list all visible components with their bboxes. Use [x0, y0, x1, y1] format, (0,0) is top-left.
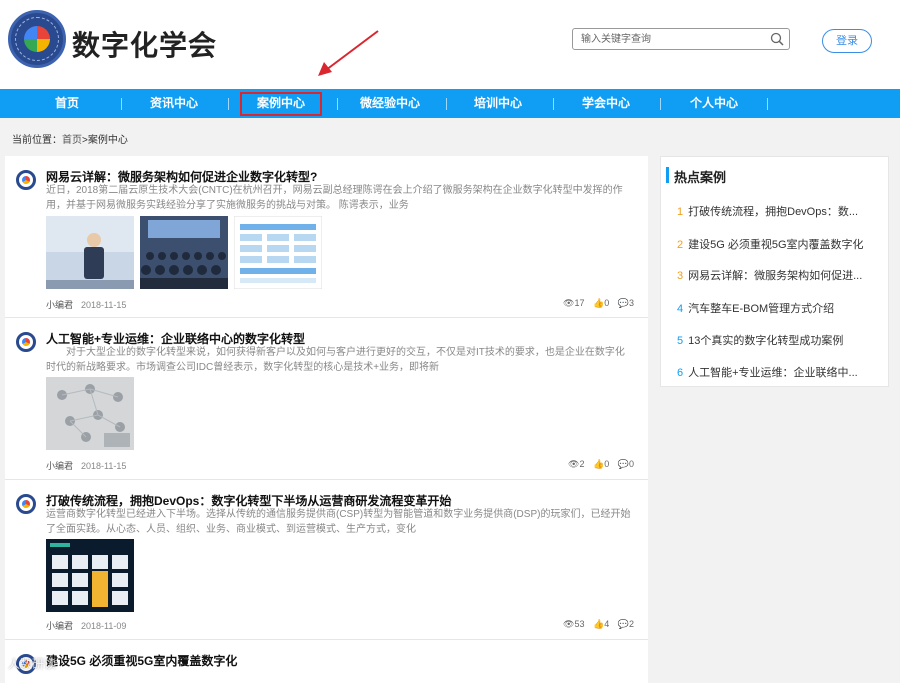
breadcrumb-home[interactable]: 首页 — [62, 135, 82, 146]
network-people-image[interactable] — [46, 377, 134, 450]
nav-separator — [121, 98, 122, 110]
article-author: 小编君 — [46, 300, 74, 310]
search-box — [572, 28, 790, 50]
nav-item-training[interactable]: 培训中心 — [460, 89, 536, 118]
nav-separator — [553, 98, 554, 110]
breadcrumb: 当前位置：首页>案例中心 — [12, 131, 128, 146]
hot-cases-panel: 热点案例 1 打破传统流程，拥抱DevOps：数... 2 建设5G 必须重视5G室… — [660, 156, 889, 387]
article-author: 小编君 — [46, 621, 74, 631]
article-meta: 小编君 2018-11-15 — [46, 459, 126, 472]
article-title[interactable]: 建设5G 必须重视5G室内覆盖数字化 — [46, 652, 237, 669]
hot-case-rank: 1 — [677, 206, 684, 218]
devops-slide-image[interactable] — [46, 539, 134, 612]
comment-icon[interactable]: 💬 — [618, 459, 629, 469]
comments-count: 2 — [628, 619, 634, 629]
article-item: 建设5G 必须重视5G室内覆盖数字化 — [5, 640, 648, 683]
hot-case-rank: 3 — [677, 270, 684, 282]
annotation-arrow-icon — [318, 30, 379, 76]
nav-item-personal[interactable]: 个人中心 — [676, 89, 752, 118]
likes-count: 0 — [604, 459, 610, 469]
hot-case-text: 网易云详解：微服务架构如何促进... — [688, 270, 863, 282]
header: 数字化学会 登录 — [0, 0, 900, 89]
hot-case-text: 打破传统流程，拥抱DevOps：数... — [688, 206, 859, 218]
hot-case-rank: 2 — [677, 239, 684, 251]
speaker-photo[interactable] — [46, 216, 134, 289]
site-title: 数字化学会 — [72, 30, 218, 61]
nav-item-home[interactable]: 首页 — [30, 89, 104, 118]
hot-case-item[interactable]: 2 建设5G 必须重视5G室内覆盖数字化 — [677, 236, 882, 252]
article-logo-icon — [16, 332, 36, 352]
hot-case-text: 人工智能+专业运维：企业联络中... — [688, 367, 858, 379]
comments-count: 0 — [628, 459, 634, 469]
breadcrumb-prefix: 当前位置： — [12, 135, 62, 146]
article-date: 2018-11-09 — [81, 621, 127, 631]
breadcrumb-current: 案例中心 — [87, 135, 128, 146]
article-meta: 小编君 2018-11-15 — [46, 298, 126, 311]
logo-emblem — [24, 26, 50, 52]
hot-case-rank: 5 — [677, 335, 684, 347]
article-item: 人工智能+专业运维：企业联络中心的数字化转型 对于大型企业的数字化转型来说，如何… — [5, 318, 648, 480]
comments-count: 3 — [628, 298, 634, 308]
search-input[interactable] — [581, 31, 766, 47]
hot-case-rank: 4 — [677, 303, 684, 315]
architecture-diagram[interactable] — [234, 216, 322, 289]
article-date: 2018-11-15 — [81, 461, 127, 471]
views-count: 53 — [574, 619, 585, 629]
nav-separator — [228, 98, 229, 110]
hot-case-item[interactable]: 4 汽车整车E-BOM管理方式介绍 — [677, 300, 882, 316]
login-button[interactable]: 登录 — [822, 29, 872, 53]
article-list: 网易云详解：微服务架构如何促进企业数字化转型? 近日，2018第二届云原生技术大… — [5, 156, 648, 683]
nav-separator — [446, 98, 447, 110]
article-stats: 👁17 👍0 💬3 — [557, 298, 634, 309]
hot-case-text: 建设5G 必须重视5G室内覆盖数字化 — [688, 239, 864, 251]
main-nav: 首页 资讯中心 案例中心 微经验中心 培训中心 学会中心 个人中心 — [0, 89, 900, 118]
conference-photo[interactable] — [140, 216, 228, 289]
hot-case-rank: 6 — [677, 367, 684, 379]
article-logo-icon — [16, 494, 36, 514]
site-logo[interactable] — [8, 10, 66, 68]
article-item: 打破传统流程，拥抱DevOps：数字化转型下半场从运营商研发流程变革开始 运营商… — [5, 480, 648, 640]
like-icon[interactable]: 👍 — [593, 298, 604, 308]
article-item: 网易云详解：微服务架构如何促进企业数字化转型? 近日，2018第二届云原生技术大… — [5, 156, 648, 318]
nav-separator — [337, 98, 338, 110]
views-icon: 👁 — [568, 459, 580, 469]
likes-count: 4 — [604, 619, 610, 629]
article-summary: 对于大型企业的数字化转型来说，如何获得新客户以及如何与客户进行更好的交互，不仅是… — [46, 347, 625, 373]
article-logo-icon — [16, 170, 36, 190]
search-icon[interactable] — [770, 32, 784, 46]
likes-count: 0 — [604, 298, 610, 308]
article-meta: 小编君 2018-11-09 — [46, 619, 126, 632]
views-icon: 👁 — [563, 298, 575, 308]
hot-cases-title: 热点案例 — [674, 170, 727, 185]
hot-case-text: 13个真实的数字化转型成功案例 — [688, 335, 844, 347]
nav-highlight-box — [240, 92, 322, 116]
comment-icon[interactable]: 💬 — [618, 619, 629, 629]
like-icon[interactable]: 👍 — [593, 619, 604, 629]
views-count: 17 — [574, 298, 585, 308]
title-accent — [666, 167, 669, 183]
hot-case-item[interactable]: 5 13个真实的数字化转型成功案例 — [677, 332, 882, 348]
article-summary: 近日，2018第二届云原生技术大会(CNTC)在杭州召开，网易云副总经理陈谔在会… — [46, 185, 623, 211]
comment-icon[interactable]: 💬 — [618, 298, 629, 308]
like-icon[interactable]: 👍 — [593, 459, 604, 469]
article-summary: 运营商数字化转型已经进入下半场。选择从传统的通信服务提供商(CSP)转型为智能管… — [46, 509, 631, 535]
views-icon: 👁 — [563, 619, 575, 629]
article-date: 2018-11-15 — [81, 300, 127, 310]
nav-separator — [767, 98, 768, 110]
hot-case-item[interactable]: 1 打破传统流程，拥抱DevOps：数... — [677, 203, 882, 219]
hot-case-item[interactable]: 3 网易云详解：微服务架构如何促进... — [677, 267, 882, 283]
nav-item-experience[interactable]: 微经验中心 — [350, 89, 430, 118]
hot-case-item[interactable]: 6 人工智能+专业运维：企业联络中... — [677, 364, 882, 380]
hot-case-text: 汽车整车E-BOM管理方式介绍 — [688, 303, 835, 315]
article-stats: 👁53 👍4 💬2 — [557, 619, 634, 630]
nav-separator — [660, 98, 661, 110]
nav-item-news[interactable]: 资讯中心 — [136, 89, 212, 118]
article-stats: 👁2 👍0 💬0 — [562, 459, 634, 470]
views-count: 2 — [579, 459, 585, 469]
article-author: 小编君 — [46, 461, 74, 471]
watermark: 人数研读 — [8, 657, 57, 671]
nav-item-society[interactable]: 学会中心 — [568, 89, 644, 118]
